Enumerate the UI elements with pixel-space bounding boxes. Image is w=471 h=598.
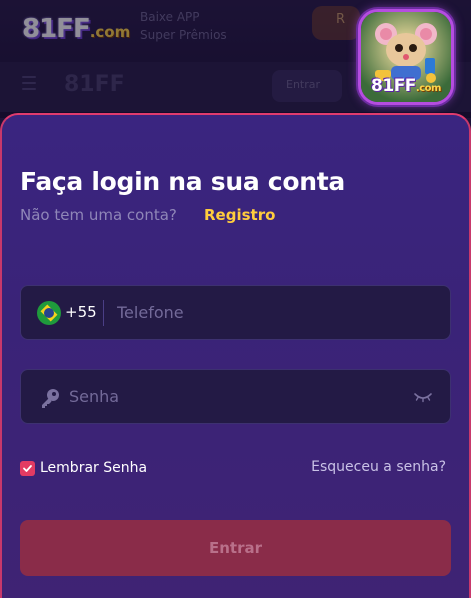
remember-password[interactable]: Lembrar Senha xyxy=(20,459,147,477)
register-link[interactable]: Registro xyxy=(204,206,275,224)
remember-checkbox[interactable] xyxy=(20,460,35,476)
eye-closed-icon[interactable] xyxy=(413,390,433,404)
phone-field: +55 xyxy=(20,285,451,340)
password-input[interactable] xyxy=(69,370,399,423)
field-divider xyxy=(103,300,104,326)
login-title: Faça login na sua conta xyxy=(20,167,345,196)
brazil-flag-icon[interactable] xyxy=(37,301,61,325)
app-icon-label: 81FF.com xyxy=(371,76,441,96)
forgot-password-link[interactable]: Esqueceu a senha? xyxy=(311,459,446,475)
no-account-text: Não tem uma conta? xyxy=(20,206,177,224)
password-field xyxy=(20,369,451,424)
key-icon xyxy=(42,389,59,408)
login-submit-button[interactable]: Entrar xyxy=(20,520,451,576)
phone-input[interactable] xyxy=(117,286,437,339)
app-icon[interactable]: 81FF.com xyxy=(358,9,454,105)
country-code[interactable]: +55 xyxy=(65,303,97,321)
checkmark-icon xyxy=(23,464,32,472)
remember-label: Lembrar Senha xyxy=(40,460,148,476)
